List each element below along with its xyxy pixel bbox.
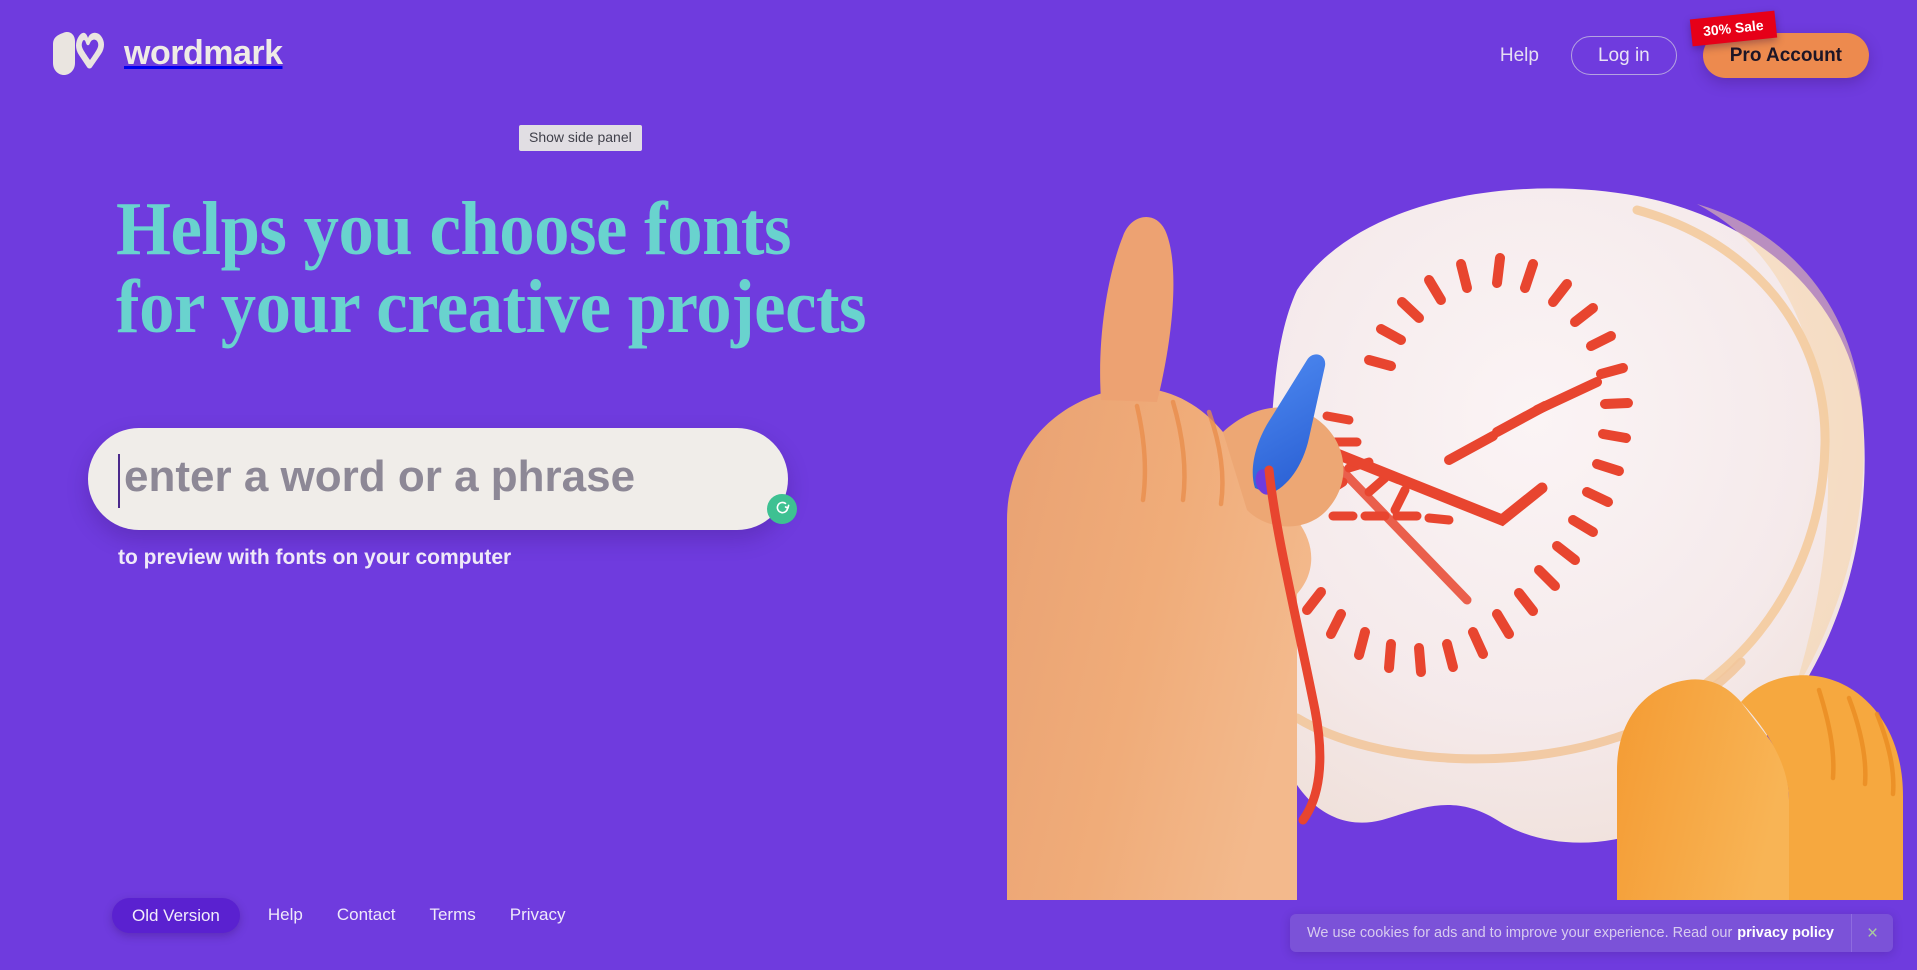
footer-link-privacy[interactable]: Privacy [504,901,572,929]
footer-link-help[interactable]: Help [262,901,309,929]
refresh-icon [774,499,791,519]
refresh-icon-button[interactable] [767,494,797,524]
hands-embroidering-heart-illustration [997,170,1917,910]
footer-old-version-button[interactable]: Old Version [112,897,240,933]
cookie-consent-bar: We use cookies for ads and to improve yo… [1289,914,1893,952]
cookie-message: We use cookies for ads and to improve yo… [1306,925,1733,941]
text-caret [118,454,120,508]
site-header: wordmark Help Log in Pro Account 30% Sal… [0,0,1917,120]
footer-link-contact[interactable]: Contact [331,901,402,929]
search-subtitle: to preview with fonts on your computer [118,546,512,569]
footer-link-terms[interactable]: Terms [423,901,481,929]
search-section: to preview with fonts on your computer [88,428,797,569]
close-icon[interactable]: × [1851,914,1893,952]
brand-name: wordmark [124,34,283,72]
pro-account-wrapper: Pro Account 30% Sale [1689,10,1869,78]
search-input[interactable] [88,428,788,530]
cookie-message-wrapper: We use cookies for ads and to improve yo… [1290,914,1851,952]
hero-section: Helps you choose fonts for your creative… [116,190,936,347]
heart-w-logo-icon [52,30,110,76]
show-side-panel-button[interactable]: Show side panel [519,125,642,152]
nav-help-link[interactable]: Help [1494,41,1545,71]
primary-nav: Help Log in Pro Account 30% Sale [1494,10,1869,78]
page-root: wordmark Help Log in Pro Account 30% Sal… [0,0,1917,970]
privacy-policy-link[interactable]: privacy policy [1737,925,1834,941]
nav-login-button[interactable]: Log in [1570,36,1677,75]
footer-links: Old Version Help Contact Terms Privacy [112,897,572,933]
search-box[interactable] [88,428,797,530]
page-title: Helps you choose fonts for your creative… [116,187,867,350]
brand-logo-link[interactable]: wordmark [52,30,283,76]
